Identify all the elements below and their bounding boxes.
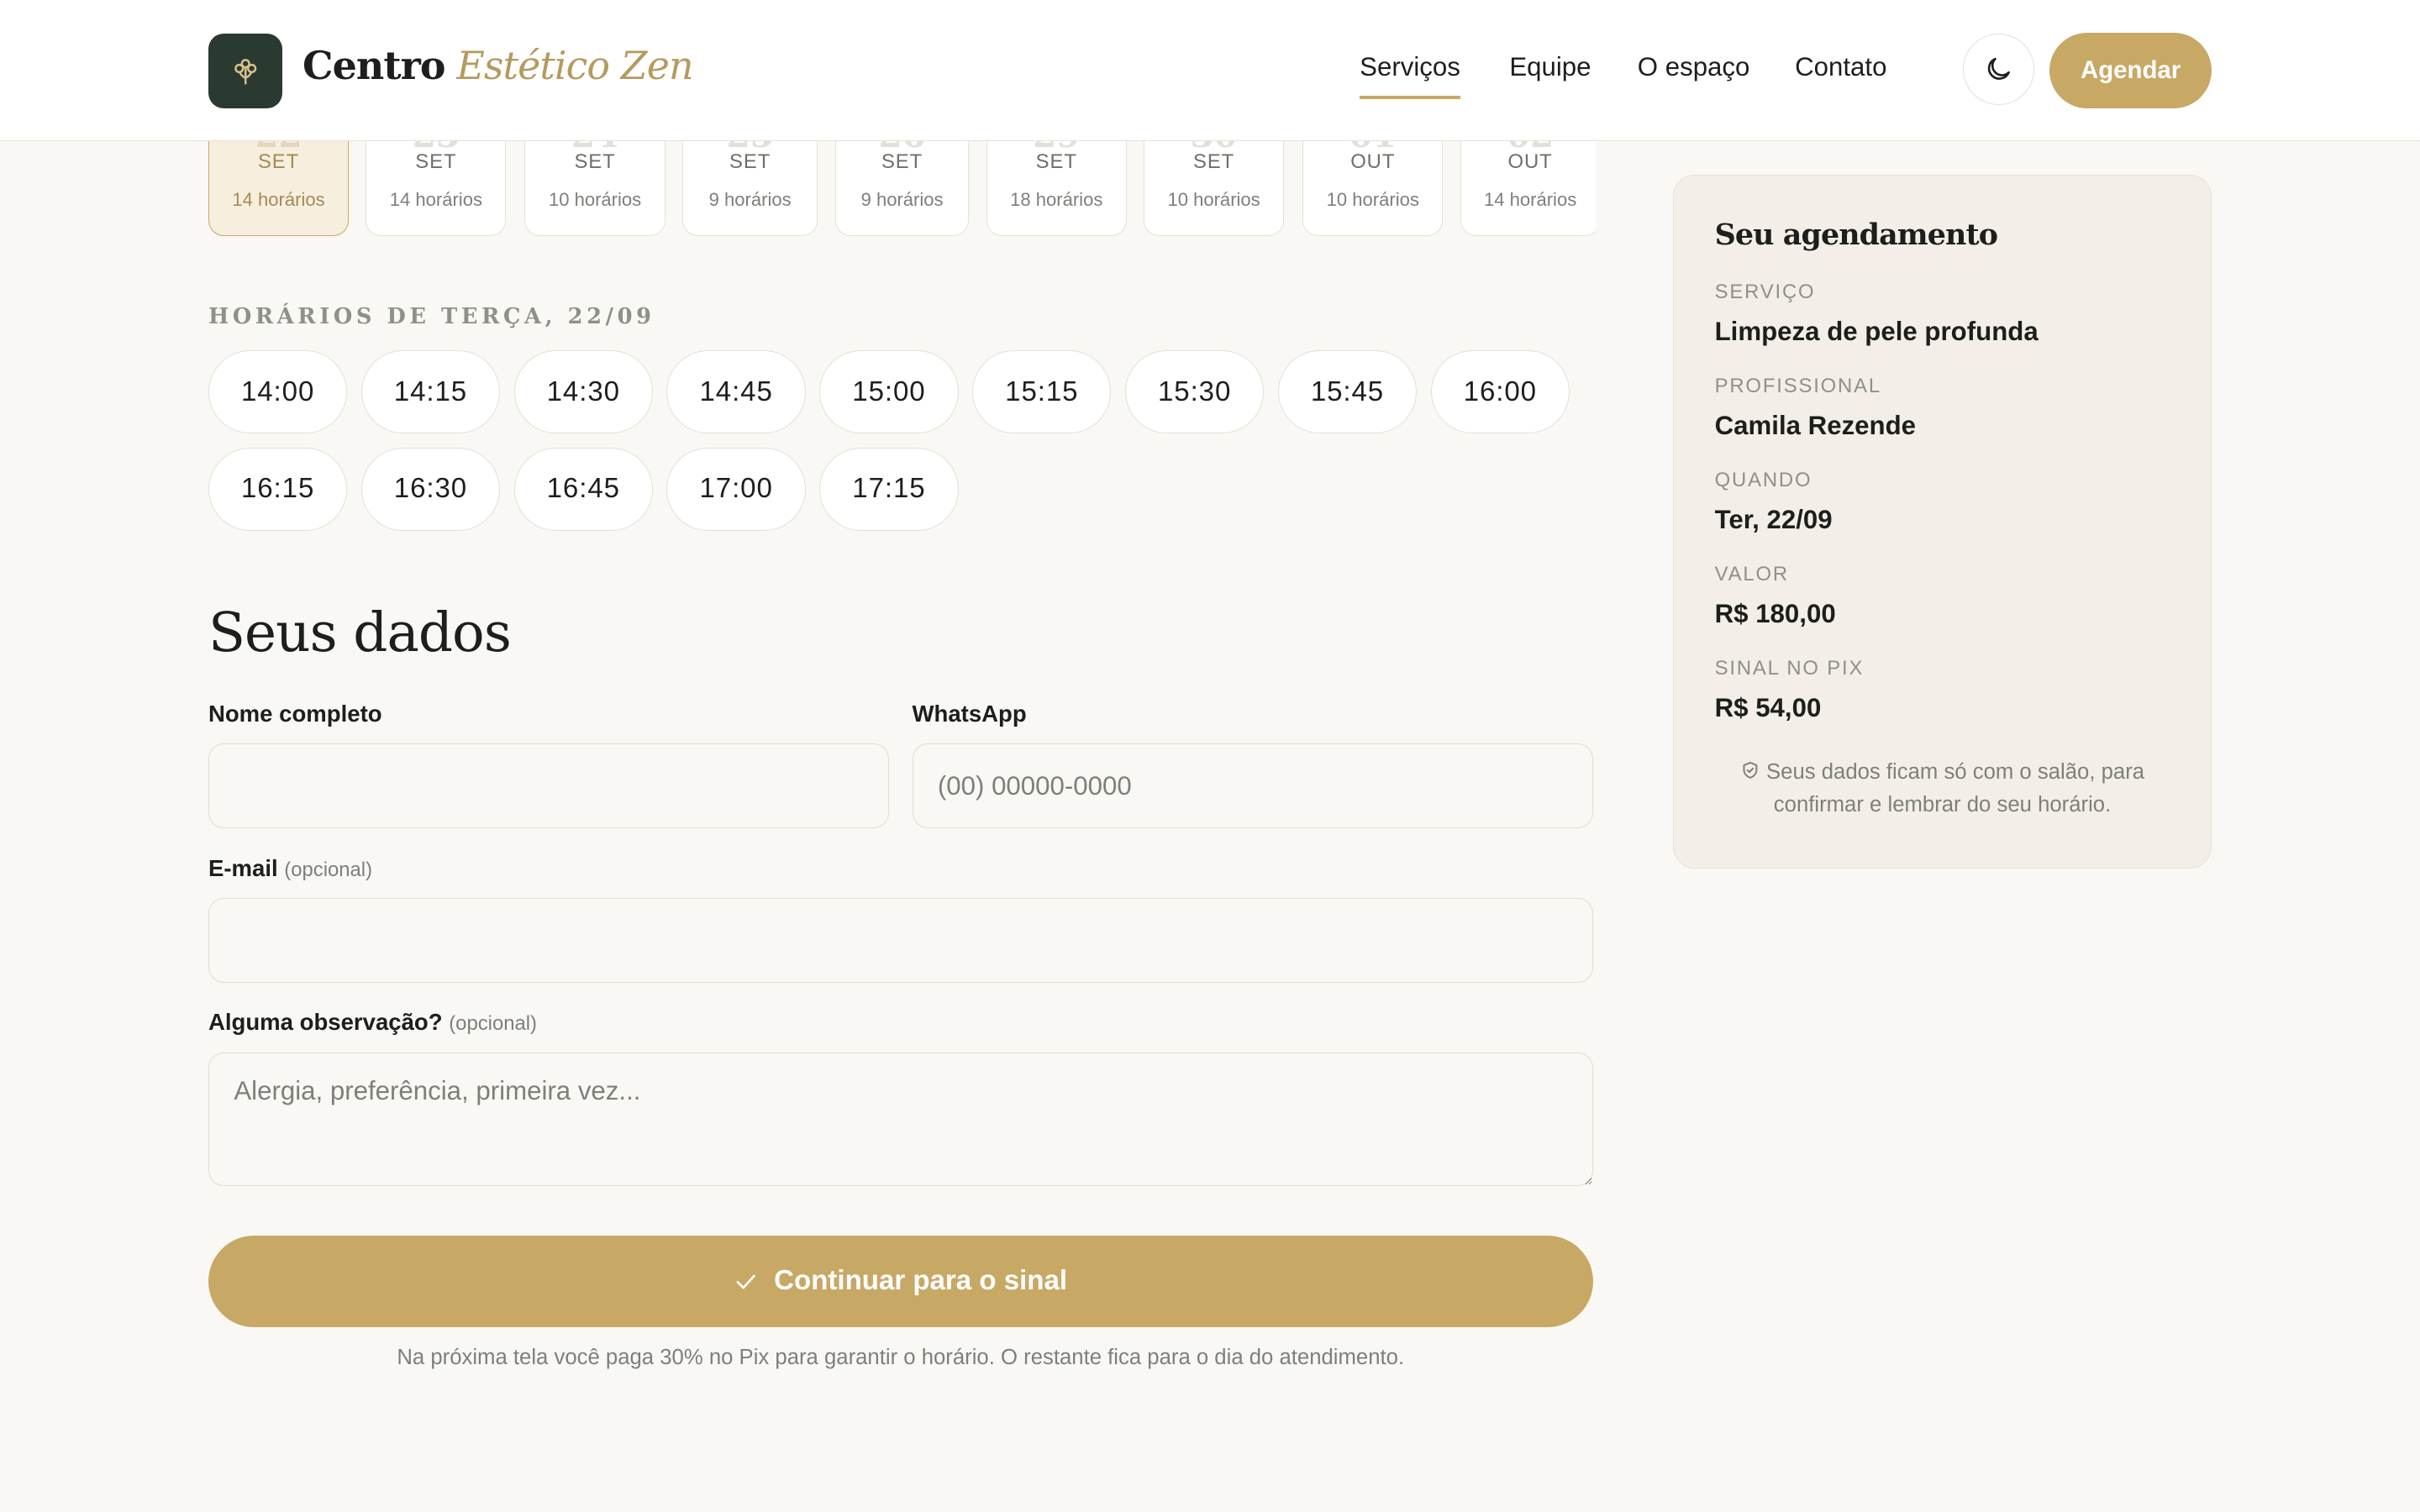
whatsapp-input[interactable] <box>912 743 1593 829</box>
time-slot[interactable]: 14:00 <box>208 349 348 434</box>
continue-button-label: Continuar para o sinal <box>774 1265 1068 1297</box>
summary-professional-value: Camila Rezende <box>1714 410 1917 440</box>
summary-price-label: VALOR <box>1714 563 1789 586</box>
summary-when-value: Ter, 22/09 <box>1714 504 1833 534</box>
payment-footnote: Na próxima tela você paga 30% no Pix par… <box>397 1345 1405 1369</box>
brand-name[interactable]: Centro Estético Zen <box>302 43 694 89</box>
date-slot-count: 10 horários <box>1326 189 1419 211</box>
date-month: SET <box>1193 150 1235 174</box>
time-slot[interactable]: 14:15 <box>360 349 501 434</box>
notes-label: Alguma observação? (opcional) <box>208 1009 537 1036</box>
name-input[interactable] <box>208 743 889 829</box>
email-input[interactable] <box>208 897 1593 983</box>
logo[interactable] <box>208 34 283 108</box>
date-slot-count: 14 horários <box>1484 189 1577 211</box>
form-title: Seus dados <box>208 601 512 665</box>
moon-icon <box>1988 58 2011 81</box>
date-month: OUT <box>1350 150 1396 174</box>
time-slot[interactable]: 15:30 <box>1124 349 1265 434</box>
date-month: SET <box>881 150 923 174</box>
summary-service-value: Limpeza de pele profunda <box>1714 316 2039 346</box>
date-strip-fade <box>1596 141 1615 250</box>
notes-textarea[interactable] <box>208 1052 1593 1187</box>
theme-toggle-button[interactable] <box>1963 34 2034 106</box>
date-slot-count: 14 horários <box>389 189 482 211</box>
date-month: OUT <box>1507 150 1553 174</box>
schedule-button[interactable]: Agendar <box>2049 32 2212 108</box>
date-slot-count: 18 horários <box>1010 189 1103 211</box>
continue-button[interactable]: Continuar para o sinal <box>208 1236 1593 1327</box>
check-icon <box>736 1274 756 1289</box>
nav-servicos[interactable]: Serviços <box>1360 52 1461 98</box>
date-slot-count: 9 horários <box>860 189 944 211</box>
privacy-note-text: Seus dados ficam só com o salão, para co… <box>1766 760 2145 816</box>
summary-price-value: R$ 180,00 <box>1714 598 1836 628</box>
summary-service-label: SERVIÇO <box>1714 281 1816 304</box>
slots-heading: HORÁRIOS DE TERÇA, 22/09 <box>208 303 655 329</box>
nav-o-espaco[interactable]: O espaço <box>1638 52 1750 82</box>
time-slot[interactable]: 16:30 <box>360 447 501 531</box>
nav-contato[interactable]: Contato <box>1795 52 1886 82</box>
time-slot[interactable]: 14:30 <box>513 349 653 434</box>
shield-check-icon <box>1743 761 1758 779</box>
date-slot-count: 14 horários <box>232 189 325 211</box>
time-slot[interactable]: 15:15 <box>972 349 1112 434</box>
summary-deposit-label: SINAL NO PIX <box>1714 657 1865 680</box>
time-slot[interactable]: 15:00 <box>819 349 959 434</box>
lotus-icon <box>234 59 257 85</box>
summary-professional-label: PROFISSIONAL <box>1714 375 1881 398</box>
date-month: SET <box>415 150 457 174</box>
time-slot[interactable]: 16:15 <box>208 447 348 531</box>
date-month: SET <box>574 150 616 174</box>
time-slot[interactable]: 14:45 <box>666 349 806 434</box>
summary-title: Seu agendamento <box>1714 217 1998 252</box>
nav-equipe[interactable]: Equipe <box>1509 52 1591 82</box>
date-slot-count: 10 horários <box>548 189 642 211</box>
summary-when-label: QUANDO <box>1714 469 1812 492</box>
name-label: Nome completo <box>208 700 382 727</box>
date-month: SET <box>729 150 771 174</box>
date-month: SET <box>257 150 300 174</box>
time-slot[interactable]: 16:45 <box>513 447 653 531</box>
time-slot[interactable]: 15:45 <box>1277 349 1418 434</box>
time-slot[interactable]: 16:00 <box>1430 349 1570 434</box>
email-optional-hint: (opcional) <box>284 858 373 881</box>
time-slot[interactable]: 17:15 <box>819 447 959 531</box>
time-slot[interactable]: 17:00 <box>666 447 806 531</box>
summary-deposit-value: R$ 54,00 <box>1714 692 1822 722</box>
date-slot-count: 10 horários <box>1167 189 1260 211</box>
whatsapp-label: WhatsApp <box>912 700 1027 727</box>
brand-name-accent: Estético Zen <box>456 43 693 89</box>
email-label-text: E-mail <box>208 854 278 881</box>
date-month: SET <box>1035 150 1077 174</box>
email-label: E-mail (opcional) <box>208 855 372 882</box>
brand-name-primary: Centro <box>302 43 446 89</box>
top-navbar: Centro Estético Zen Serviços Equipe O es… <box>0 0 2420 142</box>
date-slot-count: 9 horários <box>708 189 792 211</box>
privacy-note: Seus dados ficam só com o salão, para co… <box>1713 756 2172 821</box>
notes-label-text: Alguma observação? <box>208 1009 443 1036</box>
notes-optional-hint: (opcional) <box>449 1012 538 1036</box>
